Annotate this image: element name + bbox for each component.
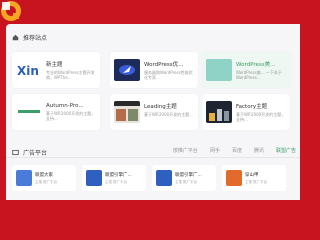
ad-title: 联盟引擎广... [105,172,132,178]
site-card[interactable]: WordPress优... 服务器和WordPress性能优化专家... [110,52,198,88]
ad-title: 联盟大家 [35,172,53,178]
card-title: WordPress优... [144,62,184,68]
section-title: 广告平台 [23,150,48,157]
card-desc: WordPress美... 一下关于 WordPress... [236,70,282,80]
ad-icon [12,149,19,156]
ad-desc: 主推 推广平台 [175,179,198,184]
card-desc: 基于WP.2000开发的主题... [144,112,194,117]
content-panel: 推荐站点 Xin 新主题 专业的WordPress主题开发商，WPThe... … [6,24,300,200]
card-title: Leading主题 [144,104,177,110]
ad-card[interactable]: 联盟引擎广... 主推 推广平台 [82,165,146,191]
card-title: WordPress美... [236,62,276,68]
xin-logo-icon: Xin [16,59,42,81]
rocket-logo-icon [114,59,140,81]
ad-card[interactable]: 联盟引擎广... 主推 推广平台 [152,165,216,191]
card-title: 新主题 [46,62,63,68]
site-card[interactable]: Xin 新主题 专业的WordPress主题开发商，WPThe... [12,52,100,88]
divider [6,157,300,158]
ad-desc: 主推 推广平台 [35,179,58,184]
ad-desc: 主推 推广平台 [245,179,268,184]
section-header-recommended: 推荐站点 [12,33,47,42]
site-card[interactable]: WordPress美... WordPress美... 一下关于 WordPre… [202,52,290,88]
autumn-logo-icon [16,101,42,123]
card-desc: 基于WP.2000开发的主题，支持... [236,112,286,122]
teal-image-icon [206,59,232,81]
ad-avatar-icon [226,170,242,186]
site-card[interactable]: Autumn-Pro... 基于WP.2000开发的主题，支持... [12,94,100,130]
ad-title: 穿山甲 [245,172,259,178]
section-header-ads: 广告平台 [12,148,47,157]
site-card[interactable]: Leading主题 基于WP.2000开发的主题... [110,94,198,130]
card-desc: 专业的WordPress主题开发商，WPThe... [46,70,95,80]
card-title: Autumn-Pro... [46,103,84,109]
ad-card[interactable]: 穿山甲 主推 推广平台 [222,165,286,191]
site-card[interactable]: Factory主题 基于WP.2000开发的主题，支持... [202,94,290,130]
ad-title: 联盟引擎广... [175,172,202,178]
card-title: Factory主题 [236,104,268,110]
ad-avatar-icon [156,170,172,186]
card-desc: 服务器和WordPress性能优化专家... [144,70,193,80]
leading-screenshot-icon [114,101,140,123]
ad-avatar-icon [16,170,32,186]
ad-card[interactable]: 联盟大家 主推 推广平台 [12,165,76,191]
section-title: 推荐站点 [23,35,48,42]
home-icon [12,34,19,41]
ad-avatar-icon [86,170,102,186]
svg-text:Xin: Xin [17,64,39,78]
ad-desc: 主推 推广平台 [105,179,128,184]
factory-screenshot-icon [206,101,232,123]
card-desc: 基于WP.2000开发的主题，支持... [46,111,96,121]
app-logo-icon[interactable] [0,0,22,22]
